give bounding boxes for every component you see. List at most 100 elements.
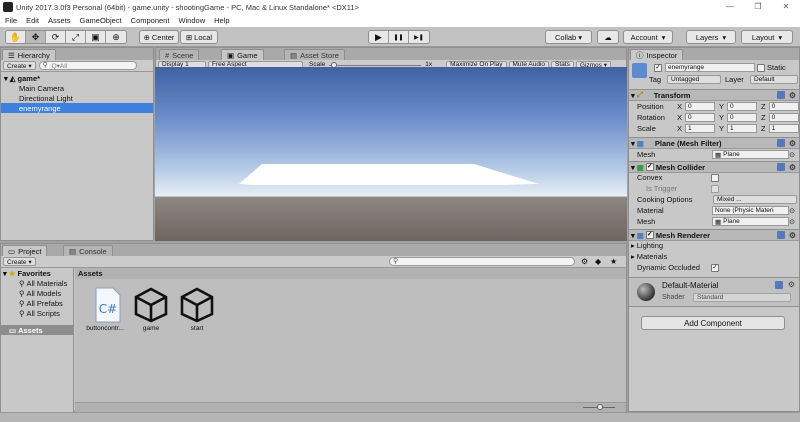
tab-console[interactable]: ▤ Console <box>63 245 113 256</box>
collider-mesh-field[interactable]: ▦ Plane <box>712 217 789 226</box>
tag-dropdown[interactable]: Untagged <box>667 75 721 84</box>
scene-row[interactable]: ▾ ◭ game* <box>1 73 153 83</box>
gear-icon[interactable]: ⚙ <box>789 139 796 148</box>
help-book-icon[interactable] <box>777 163 785 171</box>
object-name-field[interactable]: enemyrange <box>665 63 755 72</box>
asset-item[interactable]: C# buttoncontr... <box>85 287 125 335</box>
hierarchy-item[interactable]: Main Camera <box>1 83 153 93</box>
favorite-item[interactable]: ⚲ All Materials <box>1 278 73 288</box>
asset-item[interactable]: start <box>177 287 217 335</box>
menu-file[interactable]: File <box>5 16 17 25</box>
rotate-tool-icon[interactable]: ⟳ <box>46 31 66 43</box>
layout-dropdown[interactable]: Layout ▾ <box>741 30 793 44</box>
move-tool-icon[interactable]: ✥ <box>26 31 46 43</box>
scale-x-field[interactable]: 1 <box>685 124 716 133</box>
help-book-icon[interactable] <box>777 231 785 239</box>
trigger-checkbox[interactable] <box>711 184 719 193</box>
object-picker-icon[interactable]: ⊙ <box>789 207 795 215</box>
help-book-icon[interactable] <box>777 91 785 99</box>
project-search-input[interactable] <box>389 257 575 266</box>
layers-dropdown[interactable]: Layers ▾ <box>686 30 736 44</box>
project-create-button[interactable]: Create ▾ <box>3 257 36 266</box>
object-picker-icon[interactable]: ⊙ <box>789 151 795 159</box>
pause-icon[interactable]: ❚❚ <box>389 31 409 43</box>
play-icon[interactable]: ▶ <box>369 31 389 43</box>
mesh-filter-mesh-field[interactable]: ▦ Plane <box>712 150 789 159</box>
step-icon[interactable]: ▶❚ <box>409 31 429 43</box>
static-checkbox[interactable] <box>757 64 765 72</box>
game-viewport[interactable] <box>155 67 627 241</box>
favorites-label: Favorites <box>17 268 51 278</box>
favorites-row[interactable]: ▾ ★ Favorites <box>1 268 73 278</box>
scale-y-field[interactable]: 1 <box>727 124 758 133</box>
tab-project[interactable]: ▭ Project <box>2 245 48 256</box>
mesh-filter-header[interactable]: ▾ ▦ Plane (Mesh Filter) ⚙ <box>629 137 799 149</box>
icon-size-slider-handle[interactable] <box>597 404 603 410</box>
scale-z-field[interactable]: 1 <box>768 124 799 133</box>
transform-header[interactable]: ▾ ⤢ Transform ⚙ <box>629 89 799 101</box>
position-y-field[interactable]: 0 <box>727 102 758 111</box>
menu-component[interactable]: Component <box>131 16 170 25</box>
favorite-item[interactable]: ⚲ All Models <box>1 288 73 298</box>
active-checkbox[interactable]: ✓ <box>654 64 662 72</box>
convex-checkbox[interactable] <box>711 173 719 182</box>
rotation-y-field[interactable]: 0 <box>727 113 758 122</box>
menu-help[interactable]: Help <box>214 16 229 25</box>
rotation-x-field[interactable]: 0 <box>685 113 716 122</box>
filter-by-label-icon[interactable]: ◆ <box>595 257 601 266</box>
favorite-star-icon[interactable]: ★ <box>610 257 617 266</box>
menu-gameobject[interactable]: GameObject <box>80 16 122 25</box>
filter-by-type-icon[interactable]: ⚙ <box>581 257 588 266</box>
hand-tool-icon[interactable]: ✋ <box>6 31 26 43</box>
help-book-icon[interactable] <box>777 139 785 147</box>
menu-edit[interactable]: Edit <box>26 16 39 25</box>
hierarchy-search-input[interactable]: Q▾All <box>38 61 137 70</box>
tab-game[interactable]: ▣ Game <box>221 49 264 60</box>
rotation-z-field[interactable]: 0 <box>768 113 799 122</box>
gear-icon[interactable]: ⚙ <box>789 163 796 172</box>
mesh-renderer-enabled-checkbox[interactable]: ✓ <box>645 231 654 239</box>
rect-tool-icon[interactable]: ▣ <box>86 31 106 43</box>
pivot-center-button[interactable]: ⊕ Center <box>139 30 179 44</box>
dynamic-occluded-checkbox[interactable]: ✓ <box>711 263 719 272</box>
object-picker-icon[interactable]: ⊙ <box>789 218 795 226</box>
menu-assets[interactable]: Assets <box>48 16 71 25</box>
menu-window[interactable]: Window <box>178 16 205 25</box>
hierarchy-item-selected[interactable]: enemyrange <box>1 103 153 113</box>
layer-dropdown[interactable]: Default <box>750 75 798 84</box>
tab-asset-store[interactable]: ▤ Asset Store <box>284 49 345 60</box>
maximize-button[interactable]: ❐ <box>744 0 772 14</box>
transform-tool-icon[interactable]: ⊕ <box>106 31 126 43</box>
help-book-icon[interactable] <box>775 281 783 289</box>
tab-scene[interactable]: # Scene <box>159 49 200 60</box>
position-x-field[interactable]: 0 <box>685 102 716 111</box>
materials-foldout[interactable]: ▸ Materials <box>629 251 799 262</box>
tab-inspector[interactable]: ⓘ Inspector <box>630 49 684 60</box>
gear-icon[interactable]: ⚙ <box>788 280 795 289</box>
scale-tool-icon[interactable]: ⤢ <box>66 31 86 43</box>
shader-dropdown[interactable]: Standard <box>693 293 791 302</box>
gear-icon[interactable]: ⚙ <box>789 91 796 100</box>
tab-hierarchy[interactable]: ☰ Hierarchy <box>2 49 56 60</box>
favorite-item[interactable]: ⚲ All Scripts <box>1 308 73 318</box>
favorite-item[interactable]: ⚲ All Prefabs <box>1 298 73 308</box>
collider-material-field[interactable]: None (Physic Materi <box>712 206 789 215</box>
close-button[interactable]: ✕ <box>772 0 800 14</box>
mesh-collider-enabled-checkbox[interactable]: ✓ <box>645 163 654 171</box>
minimize-button[interactable]: — <box>716 0 744 14</box>
assets-root-row[interactable]: ▭ Assets <box>1 325 73 335</box>
lighting-foldout[interactable]: ▸ Lighting <box>629 240 799 251</box>
add-component-button[interactable]: Add Component <box>641 316 785 330</box>
account-dropdown[interactable]: Account ▾ <box>623 30 673 44</box>
collab-button[interactable]: Collab ▾ <box>545 30 592 44</box>
gear-icon[interactable]: ⚙ <box>789 231 796 240</box>
cloud-icon[interactable]: ☁ <box>597 30 619 44</box>
cooking-options-dropdown[interactable]: Mixed ... <box>713 195 797 204</box>
position-z-field[interactable]: 0 <box>768 102 799 111</box>
hierarchy-create-button[interactable]: Create ▾ <box>3 61 36 70</box>
pivot-space-button[interactable]: ⊞ Local <box>180 30 218 44</box>
hierarchy-item[interactable]: Directional Light <box>1 93 153 103</box>
asset-name: start <box>190 325 204 332</box>
store-tab-icon: ▤ <box>290 50 298 60</box>
asset-item[interactable]: game <box>131 287 171 335</box>
